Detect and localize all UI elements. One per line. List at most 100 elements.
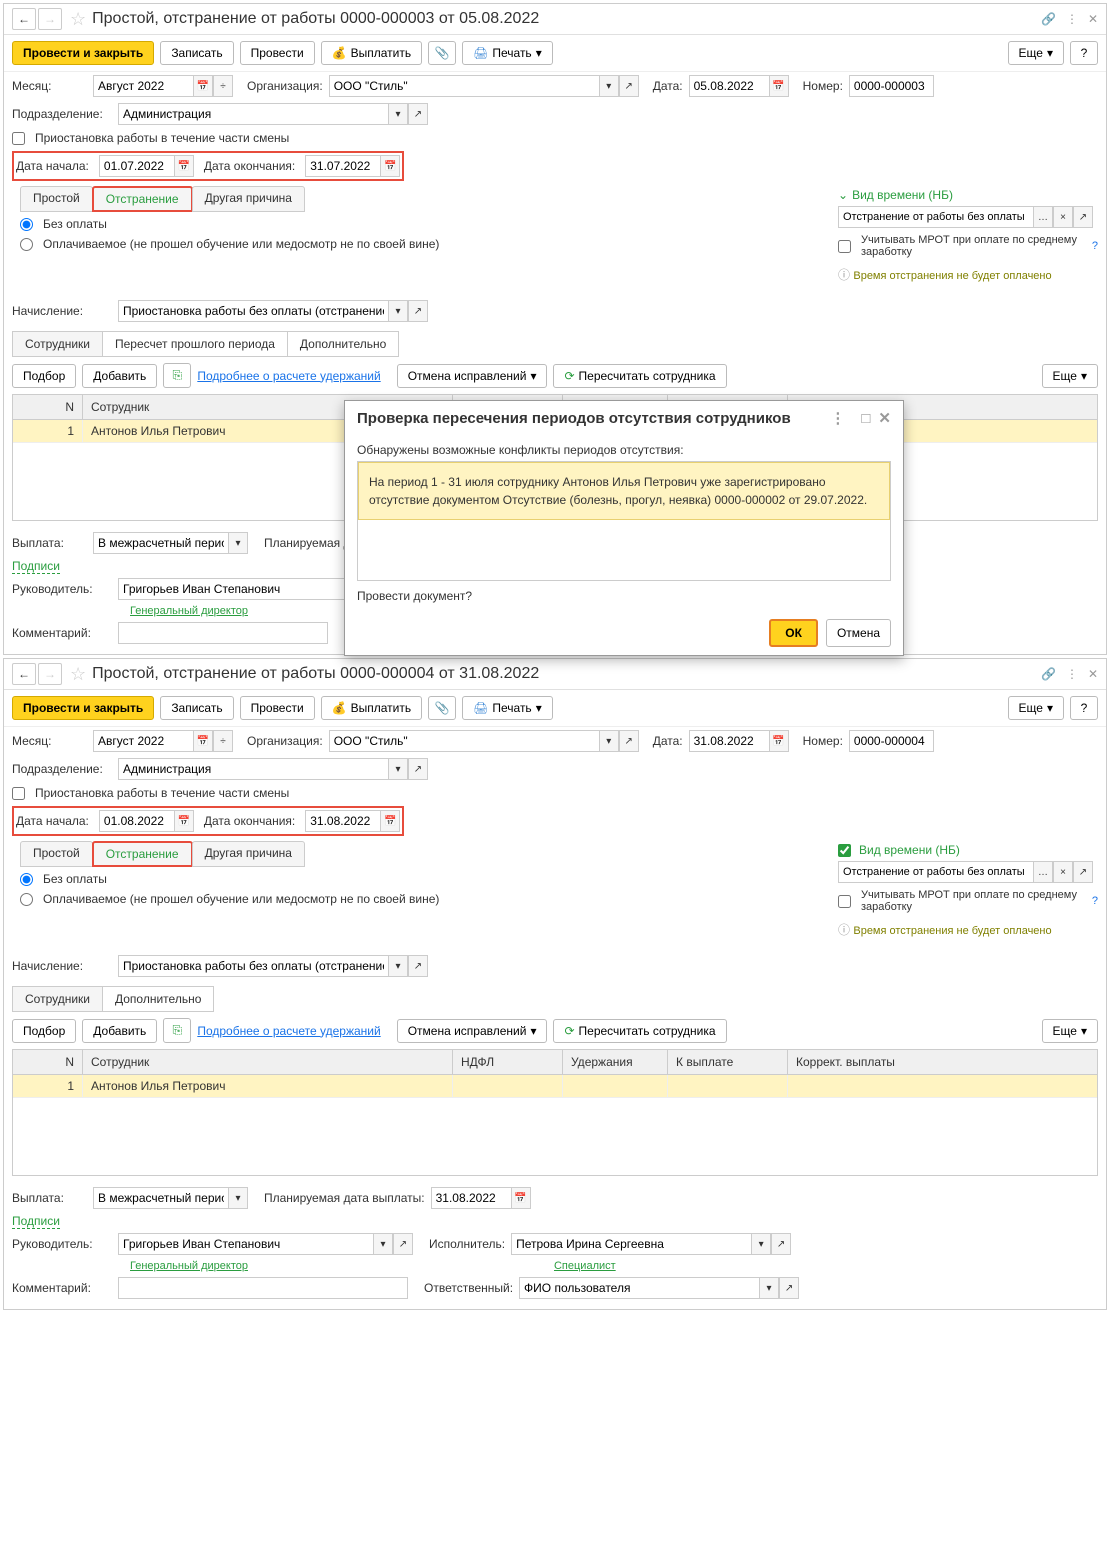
link-icon[interactable]: 🔗 (1041, 667, 1056, 681)
menu-icon[interactable]: ⋮ (1066, 12, 1078, 26)
signatures-link[interactable]: Подписи (12, 559, 60, 574)
paid-radio[interactable] (20, 238, 33, 251)
dropdown-icon[interactable]: ▾ (388, 103, 408, 125)
time-type-input[interactable] (838, 206, 1033, 228)
recalc-emp-button[interactable]: ⟳ Пересчитать сотрудника (553, 364, 726, 388)
calendar-icon[interactable]: 📅 (769, 730, 789, 752)
submit-close-button[interactable]: Провести и закрыть (12, 41, 154, 65)
dropdown-icon[interactable]: ▾ (388, 300, 408, 322)
details-link[interactable]: Подробнее о расчете удержаний (197, 1024, 380, 1038)
calendar-icon[interactable]: 📅 (769, 75, 789, 97)
open-icon[interactable]: ↗ (408, 300, 428, 322)
star-icon[interactable]: ☆ (70, 9, 86, 30)
tab-employees[interactable]: Сотрудники (12, 331, 103, 357)
col-ded[interactable]: Удержания (563, 1050, 668, 1074)
tab-other[interactable]: Другая причина (192, 841, 305, 867)
close-icon[interactable]: ✕ (878, 409, 891, 427)
submit-close-button[interactable]: Провести и закрыть (12, 696, 154, 720)
mrot-checkbox[interactable] (838, 240, 851, 253)
tab-other[interactable]: Другая причина (192, 186, 305, 212)
time-type-header[interactable]: Вид времени (НБ) (838, 843, 1098, 857)
help-icon[interactable]: ? (1092, 895, 1098, 907)
select-button[interactable]: Подбор (12, 1019, 76, 1043)
month-input[interactable] (93, 75, 193, 97)
date-input[interactable] (689, 730, 769, 752)
submit-button[interactable]: Провести (240, 696, 315, 720)
help-button[interactable]: ? (1070, 696, 1098, 720)
responsible-input[interactable] (519, 1277, 759, 1299)
time-type-header[interactable]: ⌄ Вид времени (НБ) (838, 188, 1098, 202)
stepper-icon[interactable]: ÷ (213, 75, 233, 97)
calendar-icon[interactable]: 📅 (174, 810, 194, 832)
add-button[interactable]: Добавить (82, 1019, 157, 1043)
ellipsis-icon[interactable]: … (1033, 861, 1053, 883)
end-date-input[interactable] (305, 810, 380, 832)
close-icon[interactable]: ✕ (1088, 667, 1098, 681)
clear-icon[interactable]: × (1053, 861, 1073, 883)
print-button[interactable]: 🖨Печать ▾ (462, 696, 553, 720)
end-date-input[interactable] (305, 155, 380, 177)
more-button[interactable]: Еще ▾ (1008, 696, 1064, 720)
payout-input[interactable] (93, 532, 228, 554)
tab-simple[interactable]: Простой (20, 186, 93, 212)
back-button[interactable]: ← (12, 663, 36, 685)
col-corr[interactable]: Коррект. выплаты (788, 1050, 908, 1074)
accrual-input[interactable] (118, 955, 388, 977)
paid-radio[interactable] (20, 893, 33, 906)
pay-button[interactable]: 💰Выплатить (321, 41, 422, 65)
manager-input[interactable] (118, 1233, 373, 1255)
open-icon[interactable]: ↗ (408, 758, 428, 780)
time-type-checkbox[interactable] (838, 844, 851, 857)
tab-additional[interactable]: Дополнительно (287, 331, 399, 357)
cancel-fix-button[interactable]: Отмена исправлений ▾ (397, 364, 548, 388)
open-icon[interactable]: ↗ (619, 730, 639, 752)
dropdown-icon[interactable]: ▾ (388, 955, 408, 977)
back-button[interactable]: ← (12, 8, 36, 30)
table-row[interactable]: 1 Антонов Илья Петрович (13, 1075, 1097, 1098)
help-button[interactable]: ? (1070, 41, 1098, 65)
dropdown-icon[interactable]: ▾ (228, 1187, 248, 1209)
number-input[interactable] (849, 75, 934, 97)
pause-shift-checkbox[interactable] (12, 132, 25, 145)
start-date-input[interactable] (99, 155, 174, 177)
open-icon[interactable]: ↗ (619, 75, 639, 97)
dropdown-icon[interactable]: ▾ (388, 758, 408, 780)
calendar-icon[interactable]: 📅 (193, 730, 213, 752)
executor-input[interactable] (511, 1233, 751, 1255)
dept-input[interactable] (118, 103, 388, 125)
cancel-button[interactable]: Отмена (826, 619, 891, 647)
forward-button[interactable]: → (38, 663, 62, 685)
open-icon[interactable]: ↗ (771, 1233, 791, 1255)
calendar-icon[interactable]: 📅 (174, 155, 194, 177)
forward-button[interactable]: → (38, 8, 62, 30)
add-button[interactable]: Добавить (82, 364, 157, 388)
card-icon[interactable]: ⎘ (163, 1018, 191, 1043)
details-link[interactable]: Подробнее о расчете удержаний (197, 369, 380, 383)
print-button[interactable]: 🖨Печать ▾ (462, 41, 553, 65)
recalc-emp-button[interactable]: ⟳ Пересчитать сотрудника (553, 1019, 726, 1043)
dropdown-icon[interactable]: ▾ (599, 75, 619, 97)
table-more-button[interactable]: Еще ▾ (1042, 1019, 1098, 1043)
close-icon[interactable]: ✕ (1088, 12, 1098, 26)
dept-input[interactable] (118, 758, 388, 780)
col-ndfl[interactable]: НДФЛ (453, 1050, 563, 1074)
manager-title-link[interactable]: Генеральный директор (122, 1258, 256, 1274)
no-pay-radio[interactable] (20, 218, 33, 231)
open-icon[interactable]: ↗ (1073, 861, 1093, 883)
ok-button[interactable]: ОК (769, 619, 818, 647)
tab-additional[interactable]: Дополнительно (102, 986, 214, 1012)
submit-button[interactable]: Провести (240, 41, 315, 65)
tab-employees[interactable]: Сотрудники (12, 986, 103, 1012)
open-icon[interactable]: ↗ (393, 1233, 413, 1255)
calendar-icon[interactable]: 📅 (511, 1187, 531, 1209)
dropdown-icon[interactable]: ▾ (599, 730, 619, 752)
cancel-fix-button[interactable]: Отмена исправлений ▾ (397, 1019, 548, 1043)
org-input[interactable] (329, 730, 599, 752)
comment-input[interactable] (118, 1277, 408, 1299)
signatures-link[interactable]: Подписи (12, 1214, 60, 1229)
col-n[interactable]: N (13, 1050, 83, 1074)
accrual-input[interactable] (118, 300, 388, 322)
link-icon[interactable]: 🔗 (1041, 12, 1056, 26)
attach-button[interactable]: 📎 (428, 41, 456, 65)
payout-input[interactable] (93, 1187, 228, 1209)
